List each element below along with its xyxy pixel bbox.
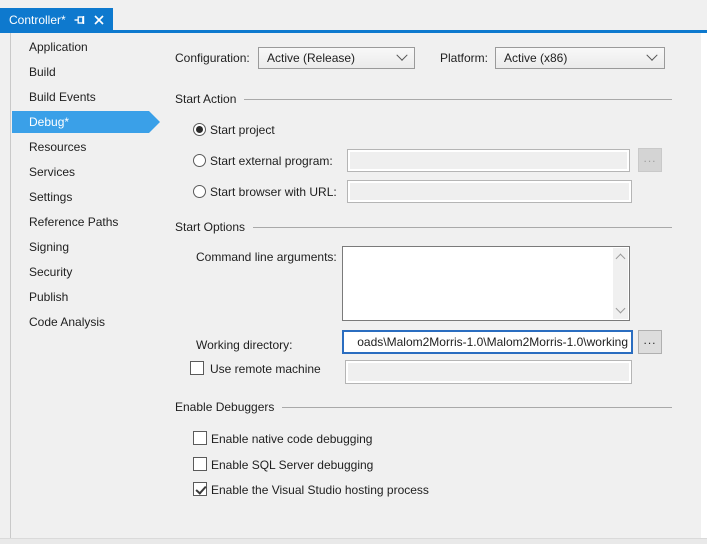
- sidebar-item-signing[interactable]: Signing: [12, 236, 149, 258]
- configuration-dropdown[interactable]: Active (Release): [258, 47, 415, 69]
- document-tab-controller[interactable]: Controller*: [0, 8, 113, 31]
- working-directory-value: oads\Malom2Morris-1.0\Malom2Morris-1.0\w…: [357, 335, 628, 349]
- start-browser-url-radio[interactable]: [193, 185, 206, 198]
- horizontal-scrollbar-track[interactable]: [0, 538, 707, 544]
- enable-sql-debugging-label[interactable]: Enable SQL Server debugging: [211, 455, 373, 475]
- section-rule: [282, 407, 672, 408]
- sidebar-item-application[interactable]: Application: [12, 36, 149, 58]
- command-line-arguments-label: Command line arguments:: [196, 247, 337, 267]
- start-project-label[interactable]: Start project: [210, 120, 275, 140]
- working-directory-label: Working directory:: [196, 335, 292, 355]
- tab-accent-strip: [0, 30, 707, 33]
- project-properties-page: Controller* Application Build Build Even…: [0, 0, 707, 544]
- sidebar-item-build[interactable]: Build: [12, 61, 149, 83]
- sidebar-item-publish[interactable]: Publish: [12, 286, 149, 308]
- command-line-arguments-textarea[interactable]: [342, 246, 630, 321]
- close-icon[interactable]: [94, 15, 104, 25]
- sidebar-item-security[interactable]: Security: [12, 261, 149, 283]
- pin-icon[interactable]: [74, 14, 86, 26]
- external-program-input: [347, 149, 630, 172]
- scroll-up-icon[interactable]: [616, 254, 626, 264]
- enable-native-debugging-checkbox[interactable]: [193, 431, 207, 445]
- working-directory-input[interactable]: oads\Malom2Morris-1.0\Malom2Morris-1.0\w…: [342, 330, 633, 354]
- remote-machine-input: [345, 360, 632, 384]
- configuration-label: Configuration:: [175, 48, 250, 68]
- configuration-value: Active (Release): [267, 51, 355, 65]
- sidebar-item-reference-paths[interactable]: Reference Paths: [12, 211, 149, 233]
- start-action-section-header: Start Action: [175, 91, 672, 106]
- platform-label: Platform:: [440, 48, 488, 68]
- section-title: Start Options: [175, 220, 245, 234]
- sidebar-item-settings[interactable]: Settings: [12, 186, 149, 208]
- start-browser-url-label[interactable]: Start browser with URL:: [210, 182, 337, 202]
- scroll-down-icon[interactable]: [616, 304, 626, 314]
- section-title: Start Action: [175, 92, 236, 106]
- enable-hosting-process-label[interactable]: Enable the Visual Studio hosting process: [211, 480, 429, 500]
- browser-url-input: [347, 180, 632, 203]
- sidebar-item-debug[interactable]: Debug*: [12, 111, 149, 133]
- sidebar-item-services[interactable]: Services: [12, 161, 149, 183]
- platform-value: Active (x86): [504, 51, 567, 65]
- sidebar-item-code-analysis[interactable]: Code Analysis: [12, 311, 149, 333]
- enable-sql-debugging-checkbox[interactable]: [193, 457, 207, 471]
- start-external-program-radio[interactable]: [193, 154, 206, 167]
- textarea-scrollbar[interactable]: [613, 248, 628, 319]
- chevron-down-icon: [646, 50, 657, 61]
- start-options-section-header: Start Options: [175, 219, 672, 234]
- right-edge-strip: [701, 33, 707, 544]
- working-directory-browse-button[interactable]: ...: [638, 330, 662, 354]
- section-title: Enable Debuggers: [175, 400, 274, 414]
- enable-debuggers-section-header: Enable Debuggers: [175, 399, 672, 414]
- platform-dropdown[interactable]: Active (x86): [495, 47, 665, 69]
- section-rule: [253, 227, 672, 228]
- tab-title: Controller*: [9, 13, 66, 27]
- use-remote-machine-checkbox[interactable]: [190, 361, 204, 375]
- external-program-browse-button: ...: [638, 148, 662, 172]
- sidebar-item-build-events[interactable]: Build Events: [12, 86, 149, 108]
- use-remote-machine-label[interactable]: Use remote machine: [210, 359, 321, 379]
- section-rule: [244, 99, 672, 100]
- properties-category-list: Application Build Build Events Debug* Re…: [11, 36, 171, 336]
- enable-native-debugging-label[interactable]: Enable native code debugging: [211, 429, 372, 449]
- enable-hosting-process-checkbox[interactable]: [193, 482, 207, 496]
- sidebar-item-resources[interactable]: Resources: [12, 136, 149, 158]
- chevron-down-icon: [396, 50, 407, 61]
- start-project-radio[interactable]: [193, 123, 206, 136]
- start-external-program-label[interactable]: Start external program:: [210, 151, 333, 171]
